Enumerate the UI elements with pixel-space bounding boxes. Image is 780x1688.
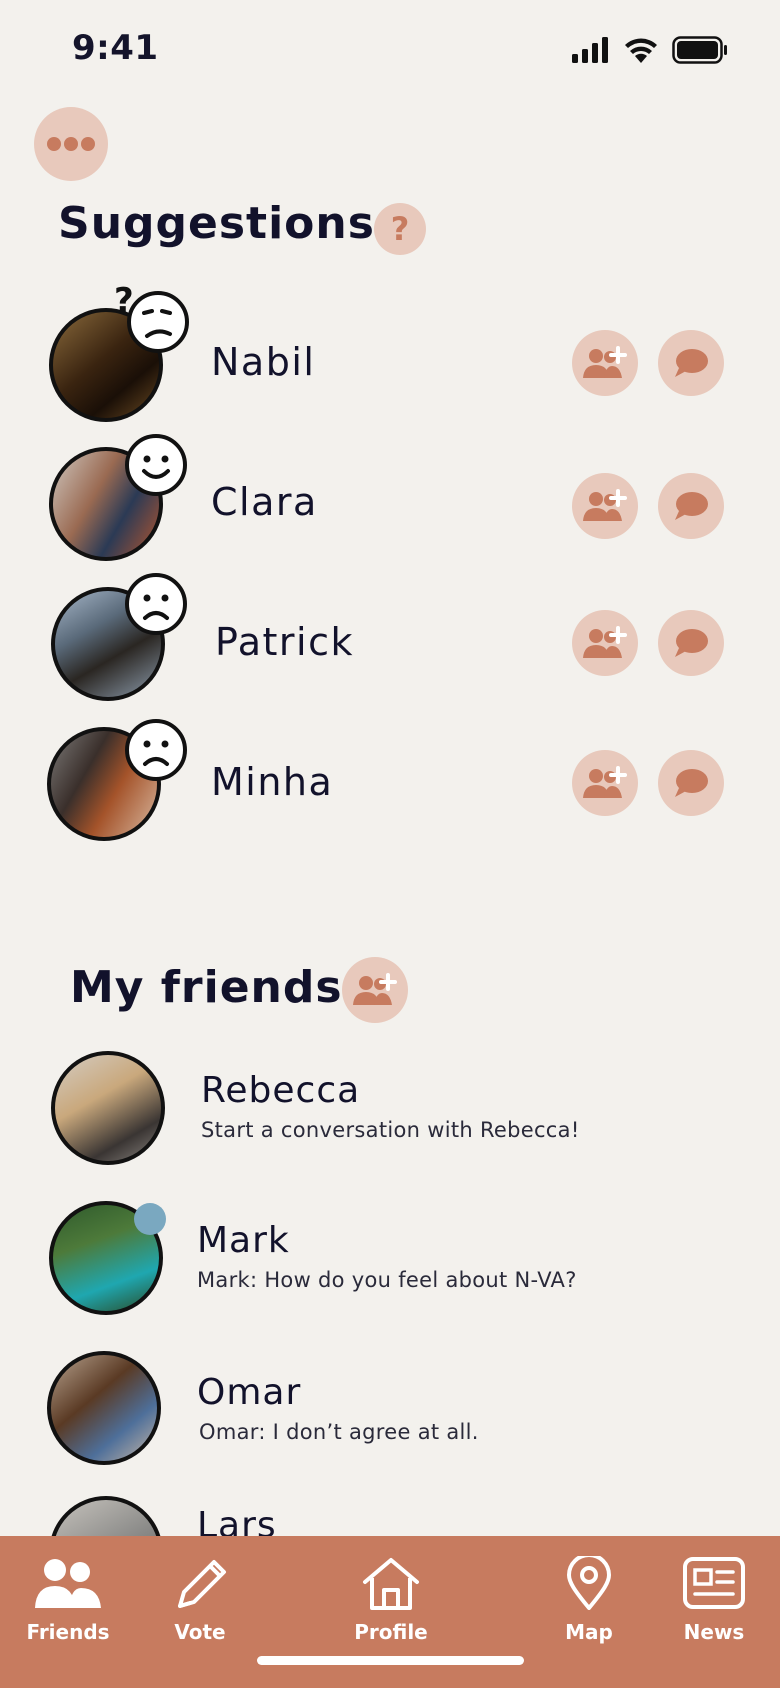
smile-face-icon xyxy=(125,434,187,496)
frown-face-icon xyxy=(125,573,187,635)
nav-map[interactable]: Map xyxy=(529,1553,649,1644)
nav-news[interactable]: News xyxy=(654,1556,774,1644)
add-friend-button[interactable] xyxy=(572,330,638,396)
frown-face-icon xyxy=(125,719,187,781)
suggestions-title: Suggestions xyxy=(58,198,375,249)
add-friend-icon xyxy=(583,489,627,521)
nav-profile[interactable]: Profile xyxy=(331,1556,451,1644)
ellipsis-icon xyxy=(47,137,95,151)
suggestion-name: Clara xyxy=(211,480,318,524)
nav-label: Vote xyxy=(174,1620,226,1644)
home-icon xyxy=(363,1558,419,1610)
pencil-icon xyxy=(178,1560,226,1608)
nav-vote[interactable]: Vote xyxy=(140,1556,260,1644)
message-button[interactable] xyxy=(658,473,724,539)
unread-indicator xyxy=(134,1203,166,1235)
avatar xyxy=(51,1051,165,1165)
nav-label: News xyxy=(683,1620,745,1644)
friend-name: Mark xyxy=(197,1220,290,1261)
question-mark-icon: ? xyxy=(390,210,410,248)
map-pin-icon xyxy=(567,1553,611,1610)
home-indicator xyxy=(257,1656,524,1665)
friend-name: Omar xyxy=(197,1372,302,1413)
chat-bubble-icon xyxy=(675,349,708,377)
friends-icon xyxy=(35,1559,101,1608)
status-icons xyxy=(572,36,728,64)
status-time: 9:41 xyxy=(72,28,159,68)
friends-title: My friends xyxy=(70,962,343,1013)
add-friend-button[interactable] xyxy=(572,750,638,816)
add-friend-icon xyxy=(583,626,627,658)
message-button[interactable] xyxy=(658,610,724,676)
wifi-icon xyxy=(625,38,657,63)
friend-name: Rebecca xyxy=(201,1070,361,1111)
nav-label: Map xyxy=(565,1620,613,1644)
bottom-nav: Friends Vote Profile Map News xyxy=(0,1536,780,1688)
add-friend-icon xyxy=(353,973,397,1005)
nav-label: Profile xyxy=(354,1620,428,1644)
message-button[interactable] xyxy=(658,750,724,816)
confused-face-icon: ? xyxy=(114,282,189,353)
add-friend-header-button[interactable] xyxy=(342,957,408,1023)
add-friend-button[interactable] xyxy=(572,610,638,676)
battery-icon xyxy=(672,36,727,64)
chat-bubble-icon xyxy=(675,629,708,657)
friend-message-preview: Mark: How do you feel about N-VA? xyxy=(197,1268,577,1292)
nav-friends[interactable]: Friends xyxy=(8,1556,128,1644)
suggestions-help-button[interactable]: ? xyxy=(374,203,426,255)
suggestion-name: Nabil xyxy=(211,340,316,384)
friend-message-preview: Omar: I don’t agree at all. xyxy=(199,1420,479,1444)
add-friend-icon xyxy=(583,766,627,798)
friend-message-preview: Start a conversation with Rebecca! xyxy=(201,1118,580,1142)
add-friend-button[interactable] xyxy=(572,473,638,539)
message-button[interactable] xyxy=(658,330,724,396)
suggestion-name: Minha xyxy=(211,760,334,804)
cellular-signal-icon xyxy=(572,37,608,63)
avatar xyxy=(47,1351,161,1465)
suggestion-name: Patrick xyxy=(215,620,354,664)
add-friend-icon xyxy=(583,346,627,378)
more-options-button[interactable] xyxy=(34,107,108,181)
chat-bubble-icon xyxy=(675,769,708,797)
news-icon xyxy=(683,1557,745,1609)
nav-label: Friends xyxy=(26,1620,110,1644)
chat-bubble-icon xyxy=(675,492,708,520)
